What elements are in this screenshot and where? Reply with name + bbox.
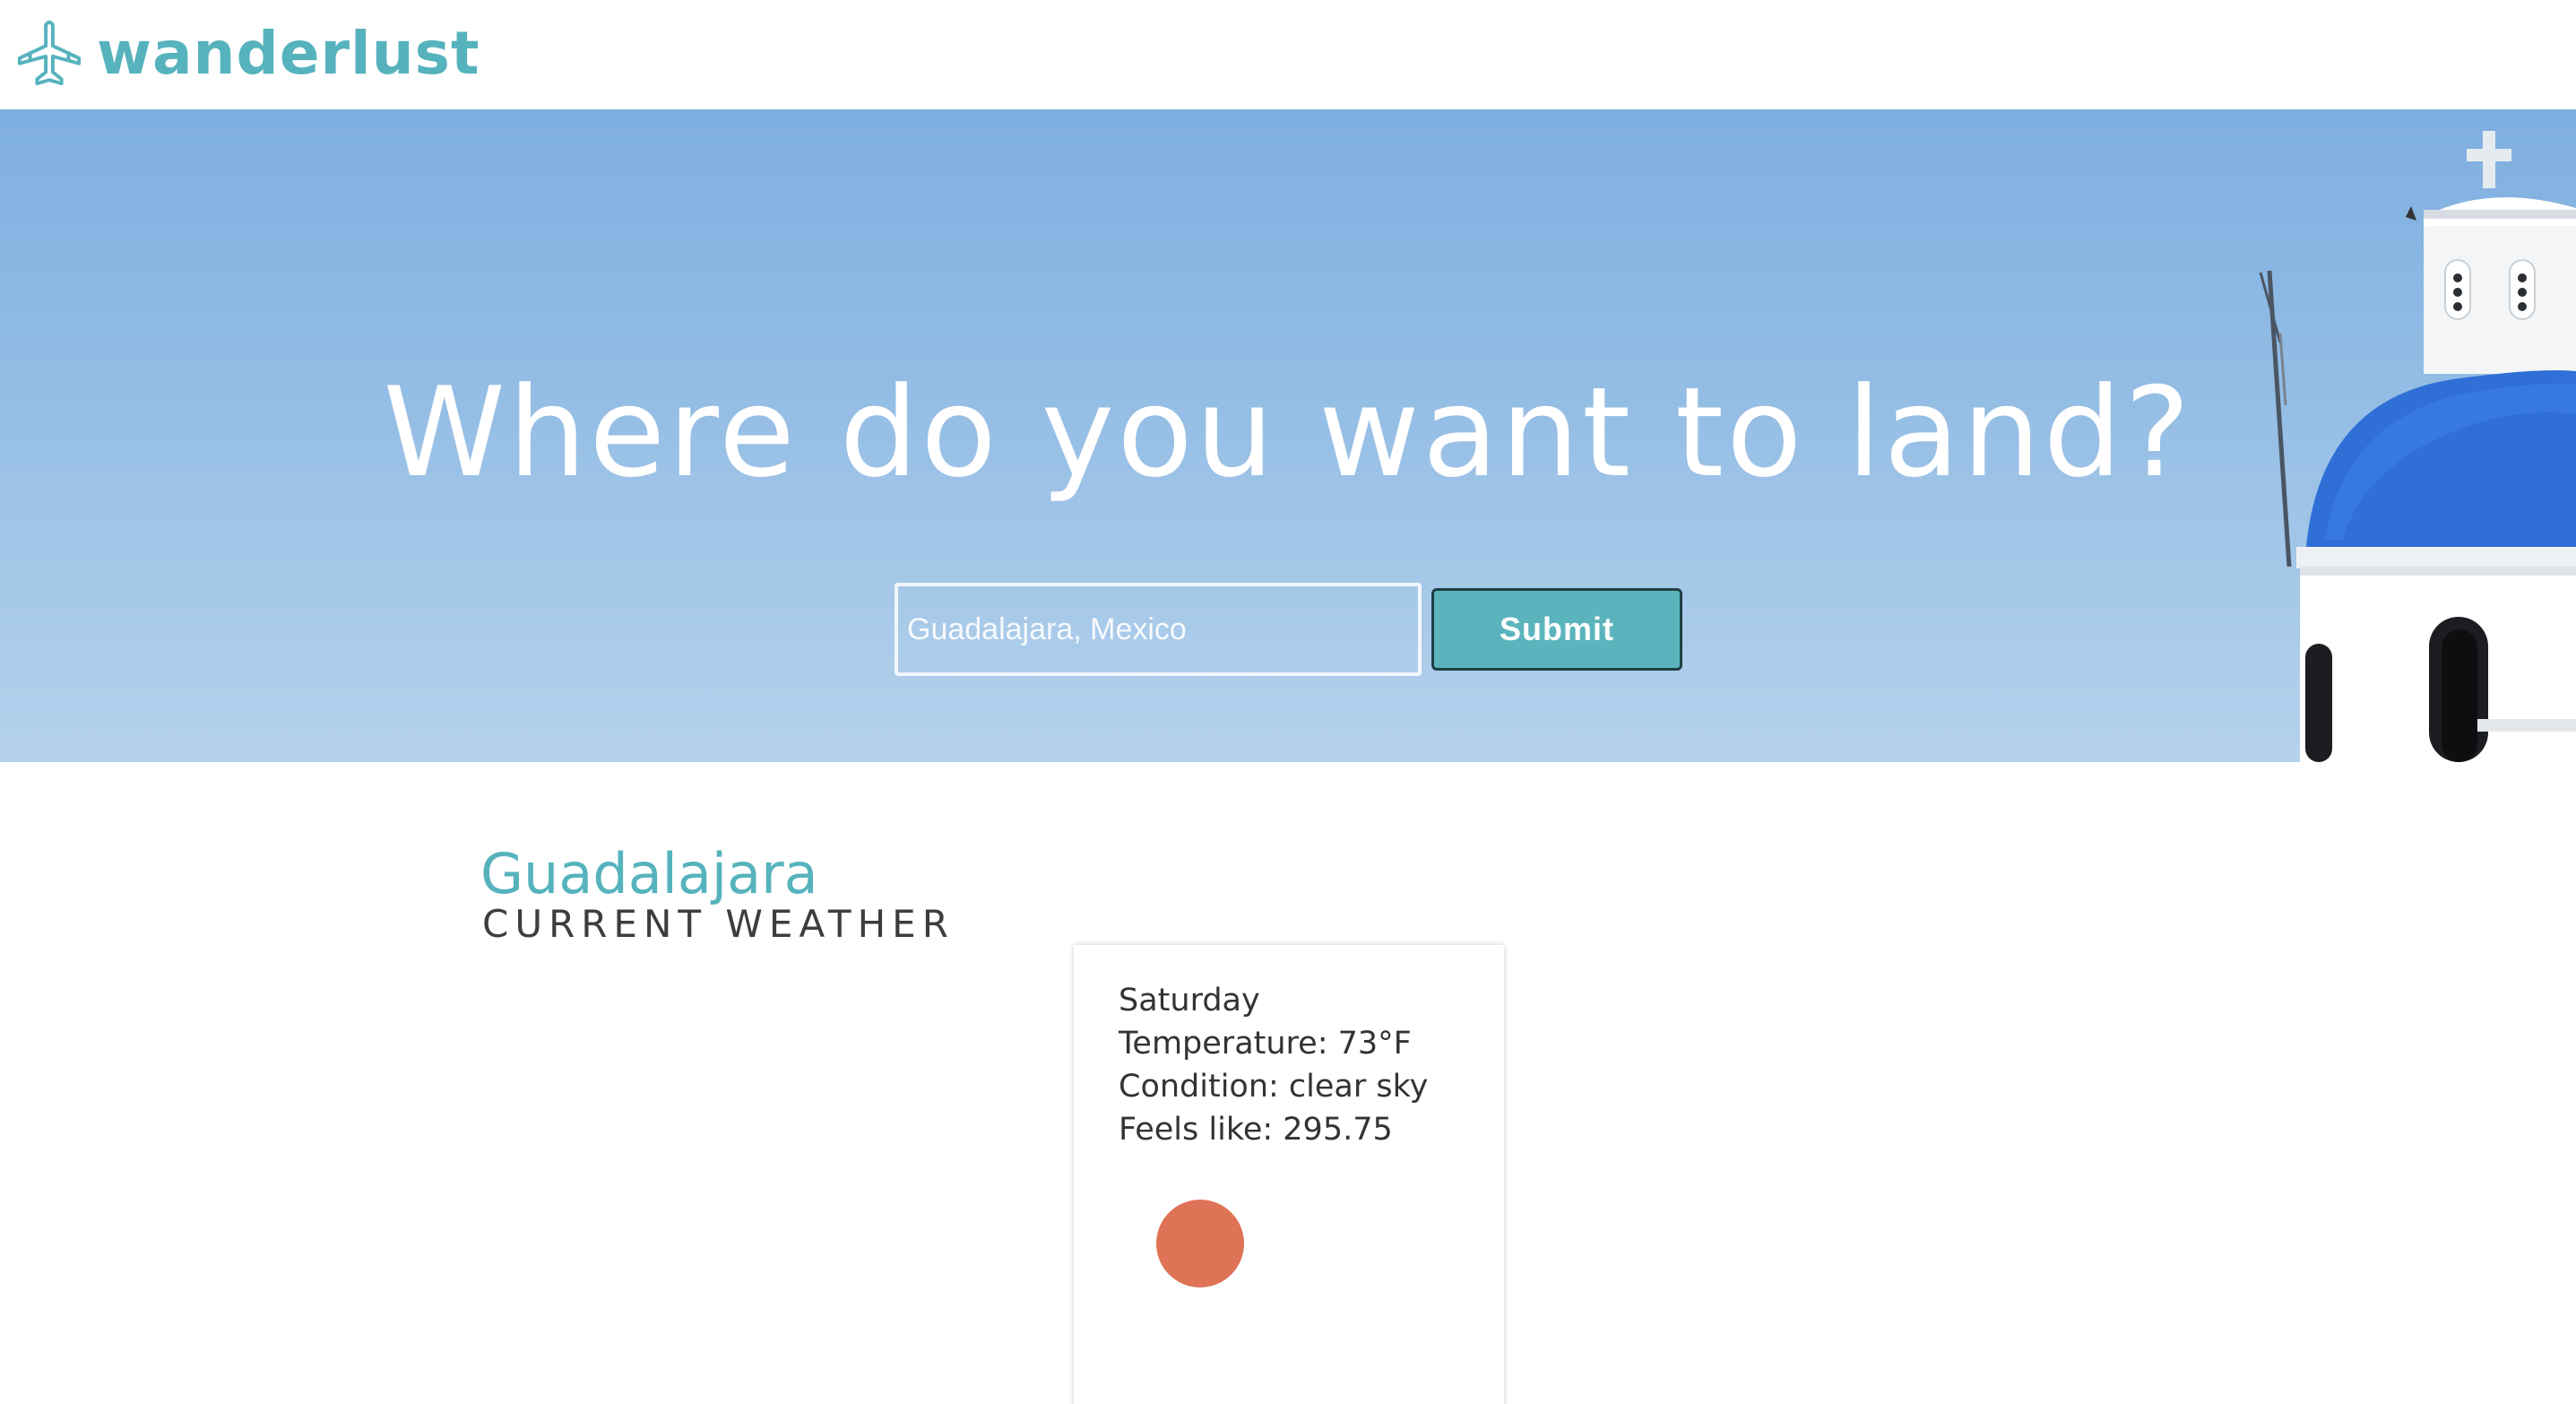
- current-weather-heading: CURRENT WEATHER: [482, 902, 955, 946]
- weather-feels-like: Feels like: 295.75: [1119, 1112, 1393, 1148]
- submit-button[interactable]: Submit: [1431, 588, 1682, 671]
- hero-banner: Where do you want to land? Submit: [0, 109, 2576, 762]
- logo-text: wanderlust: [97, 18, 480, 88]
- page: wanderlust Where do you want to land? Gu…: [0, 0, 2576, 1404]
- sun-icon: [1156, 1200, 1244, 1287]
- destination-search-input[interactable]: [895, 583, 1422, 676]
- weather-day: Saturday: [1119, 983, 1260, 1018]
- airplane-icon: [17, 20, 82, 86]
- hero-title: Where do you want to land?: [383, 360, 2193, 505]
- city-name: Guadalajara: [480, 841, 818, 906]
- weather-card: Saturday Temperature: 73°F Condition: cl…: [1074, 945, 1504, 1404]
- weather-condition: Condition: clear sky: [1119, 1069, 1429, 1105]
- weather-temperature: Temperature: 73°F: [1119, 1026, 1412, 1062]
- top-header: wanderlust: [0, 0, 2576, 109]
- logo-link[interactable]: wanderlust: [14, 13, 480, 93]
